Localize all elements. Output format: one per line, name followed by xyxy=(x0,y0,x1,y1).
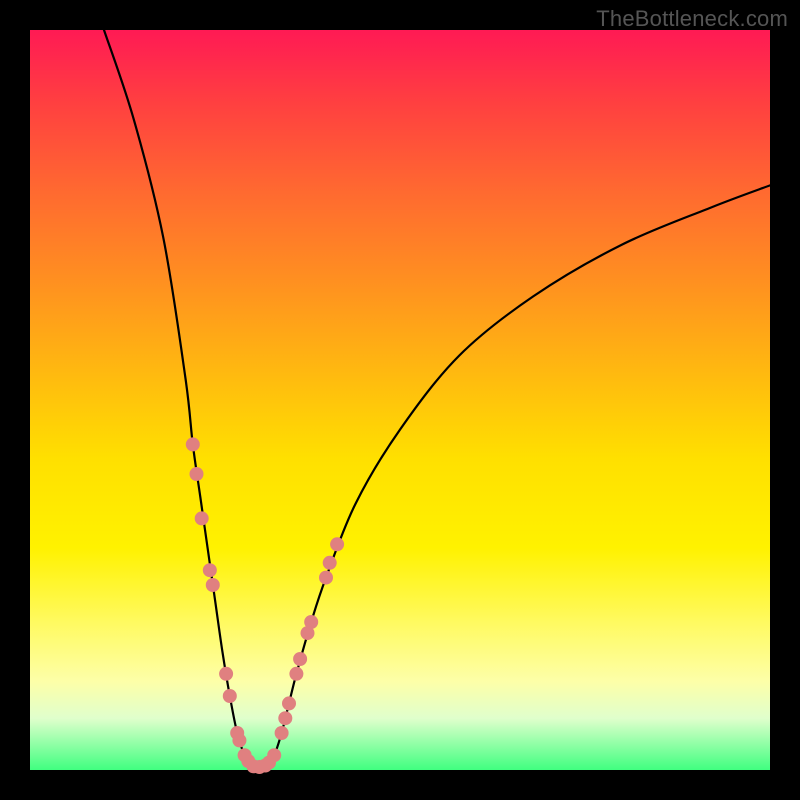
data-marker xyxy=(323,556,337,570)
data-marker xyxy=(293,652,307,666)
data-marker xyxy=(219,667,233,681)
data-marker xyxy=(186,437,200,451)
data-marker xyxy=(223,689,237,703)
watermark-text: TheBottleneck.com xyxy=(596,6,788,32)
data-markers-group xyxy=(186,437,344,774)
plot-area xyxy=(30,30,770,770)
data-marker xyxy=(282,696,296,710)
data-marker xyxy=(275,726,289,740)
chart-svg xyxy=(30,30,770,770)
data-marker xyxy=(206,578,220,592)
chart-frame: TheBottleneck.com xyxy=(0,0,800,800)
data-marker xyxy=(319,571,333,585)
data-marker xyxy=(190,467,204,481)
data-marker xyxy=(232,733,246,747)
data-marker xyxy=(304,615,318,629)
bottleneck-curve-line xyxy=(104,30,770,767)
data-marker xyxy=(267,748,281,762)
data-marker xyxy=(330,537,344,551)
data-marker xyxy=(278,711,292,725)
data-marker xyxy=(195,511,209,525)
data-marker xyxy=(203,563,217,577)
data-marker xyxy=(289,667,303,681)
